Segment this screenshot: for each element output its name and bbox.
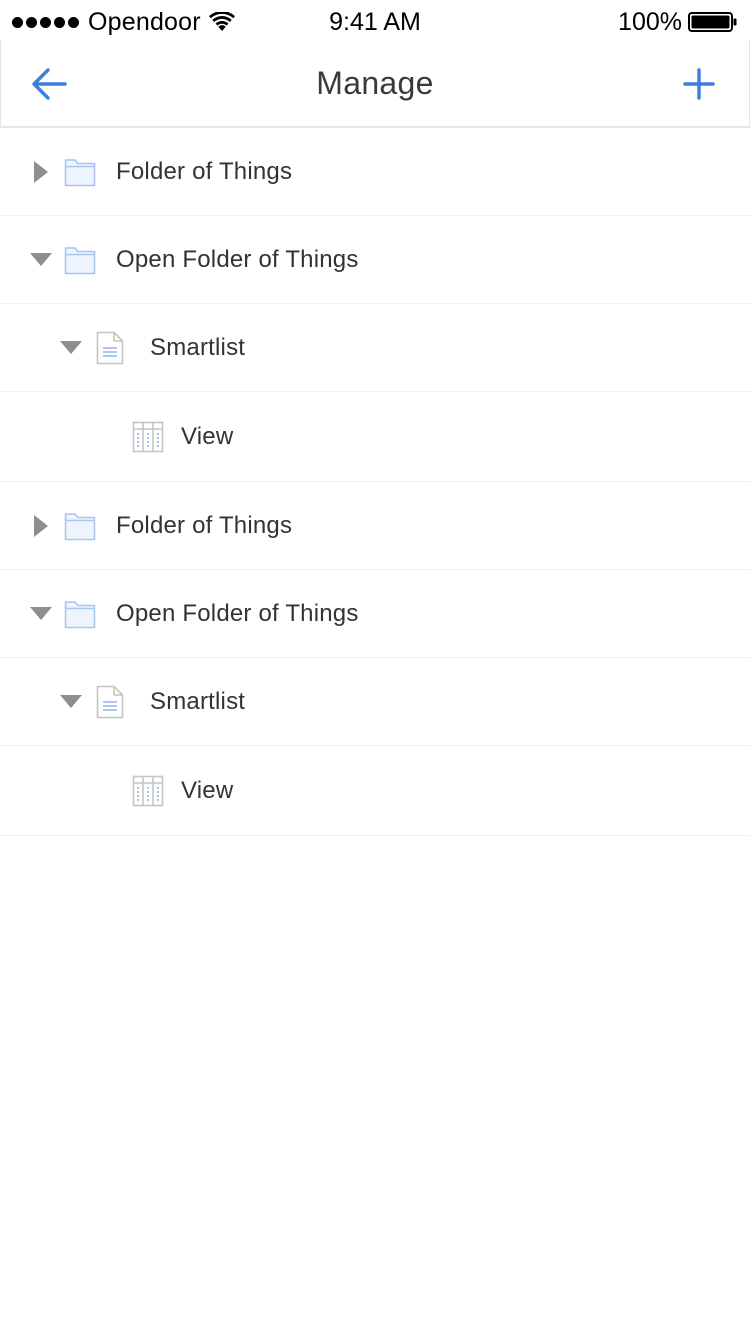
folder-icon — [64, 158, 96, 186]
smartlist-label: Smartlist — [150, 333, 246, 361]
folder-row[interactable]: Folder of Things — [0, 128, 750, 216]
battery-icon — [688, 12, 737, 32]
triangle-down-icon[interactable] — [28, 601, 54, 627]
folder-label: Open Folder of Things — [116, 245, 359, 273]
folder-row[interactable]: Folder of Things — [0, 482, 750, 570]
folder-label: Folder of Things — [116, 511, 293, 539]
plus-icon — [683, 68, 715, 100]
folder-label: Folder of Things — [116, 157, 293, 185]
manage-tree: Folder of Things Open Folder of Things Sma… — [0, 128, 750, 836]
document-icon — [96, 331, 124, 364]
folder-icon — [64, 246, 96, 274]
view-row[interactable]: View — [0, 746, 750, 836]
view-label: View — [181, 776, 234, 804]
folder-row[interactable]: Open Folder of Things — [0, 216, 750, 304]
folder-icon — [64, 600, 96, 628]
triangle-down-icon[interactable] — [28, 247, 54, 273]
view-label: View — [181, 422, 234, 450]
nav-bar: Manage — [0, 40, 750, 128]
add-button[interactable] — [675, 60, 723, 108]
folder-row[interactable]: Open Folder of Things — [0, 570, 750, 658]
smartlist-label: Smartlist — [150, 687, 246, 715]
table-view-icon — [132, 775, 164, 806]
status-right: 100% — [618, 6, 738, 38]
smartlist-row[interactable]: Smartlist — [0, 304, 750, 392]
smartlist-row[interactable]: Smartlist — [0, 658, 750, 746]
table-view-icon — [132, 421, 164, 452]
triangle-down-icon[interactable] — [58, 689, 84, 715]
triangle-down-icon[interactable] — [58, 335, 84, 361]
page-title: Manage — [316, 65, 434, 101]
view-row[interactable]: View — [0, 392, 750, 482]
folder-label: Open Folder of Things — [116, 599, 359, 627]
triangle-right-icon[interactable] — [28, 513, 54, 539]
document-icon — [96, 685, 124, 718]
battery-percentage: 100% — [618, 7, 682, 36]
status-bar: Opendoor 9:41 AM 100% — [0, 0, 750, 40]
triangle-right-icon[interactable] — [28, 159, 54, 185]
folder-icon — [64, 512, 96, 540]
